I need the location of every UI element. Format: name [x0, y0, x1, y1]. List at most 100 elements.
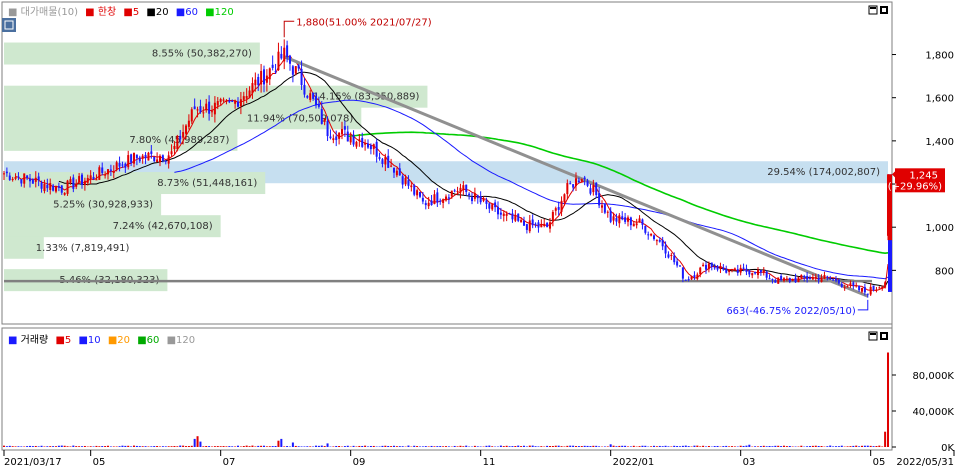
volume-bar: [808, 446, 812, 447]
candle-body: [170, 151, 173, 155]
candle-body: [814, 276, 817, 279]
panel-settings-icon[interactable]: [2, 18, 16, 32]
volume-bar: [127, 445, 130, 447]
volume-bar: [190, 445, 193, 447]
volume-bar: [780, 446, 783, 447]
volume-bar: [485, 445, 488, 447]
candle-body: [803, 275, 806, 278]
volume-bar: [167, 446, 170, 447]
candle-body: [453, 190, 456, 192]
candle-body: [739, 267, 742, 273]
candle-body: [208, 101, 211, 114]
candle-body: [491, 204, 494, 210]
candle-body: [280, 53, 283, 59]
volume-bar: [811, 445, 814, 447]
volume-bar: [650, 446, 653, 447]
volume-bar: [69, 446, 72, 447]
volume-bar: [707, 445, 710, 447]
candle-body: [210, 111, 214, 113]
candle-body: [479, 196, 482, 203]
price-panel-maximize-icon[interactable]: [868, 5, 878, 15]
volume-bar: [352, 445, 355, 447]
volume-bar: [40, 445, 43, 447]
volume-bar: [141, 446, 144, 447]
volume-bar: [54, 446, 58, 447]
y-tick-label: 800: [935, 266, 954, 277]
candle-body: [231, 100, 234, 102]
volume-bar: [392, 445, 396, 447]
candle-body: [499, 212, 502, 215]
x-tick-label: 11: [483, 457, 496, 468]
candle-body: [638, 218, 641, 223]
vlegend-ma5: 5: [65, 335, 71, 346]
x-tick-label: 05: [93, 457, 106, 468]
volume-bar: [462, 446, 465, 447]
volume-bar: [693, 445, 696, 447]
candle-body: [684, 279, 687, 281]
candle-body: [618, 215, 621, 224]
volume-bar: [520, 446, 523, 447]
candle-body: [104, 174, 107, 176]
candle-body: [179, 135, 182, 140]
candle-body: [580, 179, 583, 182]
candle-body: [794, 277, 797, 283]
volume-bar: [834, 446, 838, 447]
volume-bar: [782, 445, 786, 447]
vlegend-ma10: 10: [88, 335, 101, 346]
volume-bar: [418, 446, 422, 447]
volume-bar: [205, 445, 208, 447]
volume-panel-close-icon[interactable]: [880, 332, 888, 340]
candle-body: [808, 278, 812, 280]
candle-body: [748, 270, 751, 275]
volume-bar: [361, 445, 364, 447]
candle-body: [557, 207, 560, 210]
volume-bar: [95, 445, 98, 447]
candle-body: [878, 287, 881, 289]
volume-bar: [364, 445, 367, 447]
candle-body: [791, 278, 794, 282]
candle-body: [404, 177, 407, 185]
volume-bar: [231, 446, 234, 447]
volume-bar: [488, 445, 491, 447]
volume-bar: [2, 445, 6, 447]
volume-panel-maximize-icon[interactable]: [868, 331, 878, 341]
volume-bar: [592, 445, 595, 447]
x-tick-label: 2022/05/31: [896, 457, 954, 468]
volume-bar: [557, 445, 560, 447]
price-panel-close-icon[interactable]: [880, 6, 888, 14]
candle-body: [606, 211, 609, 213]
volume-bar: [554, 445, 557, 447]
candle-body: [785, 278, 788, 280]
volume-bar: [502, 446, 505, 447]
candle-body: [300, 68, 303, 86]
volume-bar: [696, 445, 699, 447]
volume-bar: [586, 445, 589, 447]
volume-bar: [612, 445, 615, 447]
candle-body: [297, 65, 300, 69]
volume-bar: [684, 445, 687, 447]
candle-body: [482, 198, 485, 201]
candle-body: [866, 293, 869, 295]
candle-body: [459, 187, 462, 193]
candle-body: [427, 202, 430, 207]
volume-bar: [546, 445, 549, 447]
volume-bar: [378, 446, 381, 447]
candle-body: [678, 265, 682, 267]
candle-body: [187, 120, 190, 127]
candle-body: [2, 173, 6, 175]
candle-body: [707, 263, 710, 270]
volume-bar: [413, 445, 416, 447]
candle-body: [323, 118, 326, 122]
volume-bar: [716, 445, 719, 447]
volume-bar: [193, 438, 196, 447]
volume-bar: [358, 445, 361, 447]
volume-bar: [730, 446, 734, 447]
candle-body: [317, 104, 320, 107]
volume-bar: [765, 446, 768, 447]
volume-bar: [722, 446, 725, 447]
volume-bar: [43, 446, 46, 447]
volume-bar: [173, 446, 176, 447]
x-tick-label: 09: [353, 457, 366, 468]
volume-bar: [678, 446, 682, 447]
chart-canvas[interactable]: 8.55% (50,382,270) 14.15% (83,350,889) 11.…: [0, 0, 958, 468]
